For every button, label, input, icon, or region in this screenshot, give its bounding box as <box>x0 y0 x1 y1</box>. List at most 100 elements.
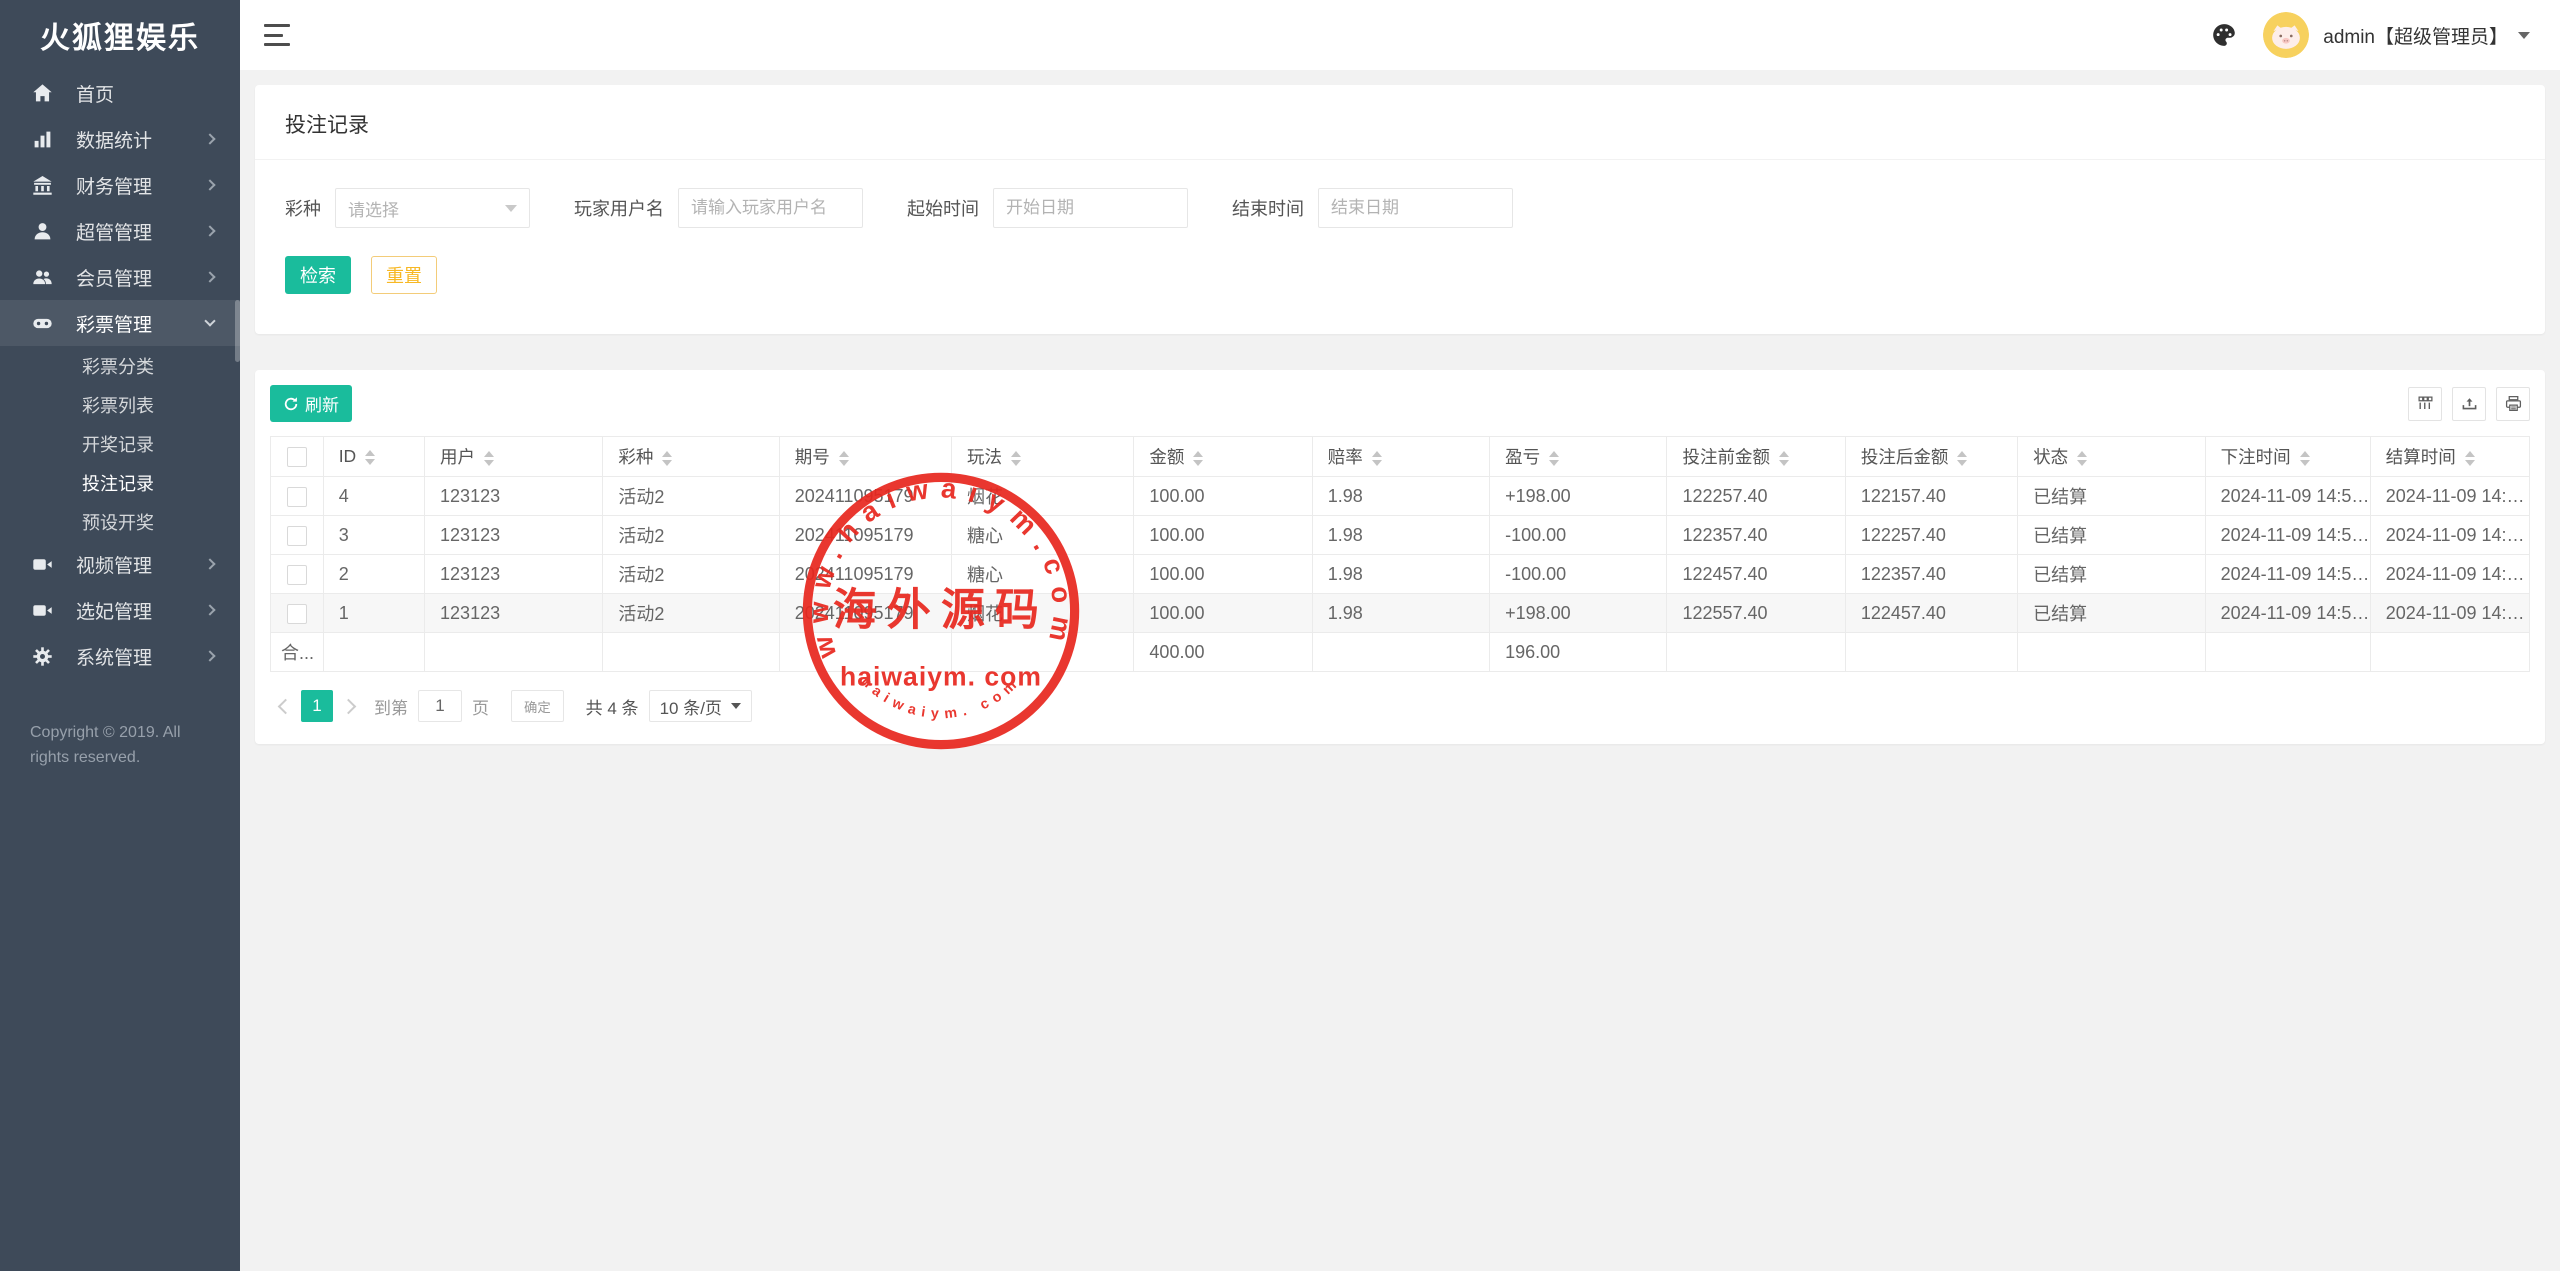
page-title: 投注记录 <box>285 109 2515 139</box>
totals-amount: 400.00 <box>1134 633 1312 672</box>
bank-icon <box>30 173 54 197</box>
table-row: 3123123活动2202411095179糖心100.001.98-100.0… <box>271 516 2530 555</box>
sort-icon[interactable] <box>1011 451 1021 466</box>
user-menu[interactable]: admin【超级管理员】 <box>2323 22 2530 49</box>
sidebar-item-label: 数据统计 <box>76 126 206 153</box>
cell-user: 123123 <box>425 516 603 555</box>
avatar[interactable] <box>2263 12 2309 58</box>
sidebar-item-system[interactable]: 系统管理 <box>0 633 240 679</box>
table-row: 4123123活动2202411095179烟花100.001.98+198.0… <box>271 477 2530 516</box>
sort-icon[interactable] <box>1957 451 1967 466</box>
sort-icon[interactable] <box>1372 451 1382 466</box>
sidebar-item-finance[interactable]: 财务管理 <box>0 162 240 208</box>
column-header[interactable]: 金额 <box>1134 437 1312 477</box>
video-icon <box>30 552 54 576</box>
sidebar-subitem-bet-records[interactable]: 投注记录 <box>0 463 240 502</box>
cell-odds: 1.98 <box>1312 594 1489 633</box>
cell-status: 已结算 <box>2018 594 2205 633</box>
export-button[interactable] <box>2452 387 2486 421</box>
sidebar-item-home[interactable]: 首页 <box>0 70 240 116</box>
column-header[interactable]: 盈亏 <box>1490 437 1667 477</box>
page-number-current[interactable]: 1 <box>301 690 333 722</box>
sort-icon[interactable] <box>1779 451 1789 466</box>
cell-play: 糖心 <box>952 516 1134 555</box>
cell-settle_time: 2024-11-09 14:55:01 <box>2370 555 2529 594</box>
prev-page-icon[interactable] <box>278 698 294 714</box>
column-header[interactable]: 期号 <box>779 437 951 477</box>
refresh-button[interactable]: 刷新 <box>270 385 352 422</box>
sort-icon[interactable] <box>1549 451 1559 466</box>
sort-icon[interactable] <box>2077 451 2087 466</box>
cell-profit: +198.00 <box>1490 594 1667 633</box>
sort-icon[interactable] <box>839 451 849 466</box>
column-header[interactable]: 状态 <box>2018 437 2205 477</box>
totals-empty-cell <box>323 633 424 672</box>
end-date-input[interactable] <box>1318 188 1513 228</box>
column-header[interactable]: 投注后金额 <box>1845 437 2017 477</box>
next-page-icon[interactable] <box>341 698 357 714</box>
column-header[interactable]: 彩种 <box>603 437 779 477</box>
column-header[interactable]: 用户 <box>425 437 603 477</box>
print-button[interactable] <box>2496 387 2530 421</box>
cell-lottery: 活动2 <box>603 594 779 633</box>
filter-columns-button[interactable] <box>2408 387 2442 421</box>
sidebar-subitem-lottery-category[interactable]: 彩票分类 <box>0 346 240 385</box>
sidebar-subitem-draw-records[interactable]: 开奖记录 <box>0 424 240 463</box>
goto-confirm-button[interactable]: 确定 <box>511 690 564 722</box>
sidebar-subitem-lottery-list[interactable]: 彩票列表 <box>0 385 240 424</box>
sidebar-item-video[interactable]: 视频管理 <box>0 541 240 587</box>
page-size-select[interactable]: 10 条/页 <box>649 690 752 722</box>
row-checkbox[interactable] <box>287 565 307 585</box>
reset-button[interactable]: 重置 <box>371 256 437 294</box>
lottery-type-select[interactable]: 请选择 <box>335 188 530 228</box>
player-name-input[interactable] <box>678 188 863 228</box>
sort-icon[interactable] <box>2465 451 2475 466</box>
search-button[interactable]: 检索 <box>285 256 351 294</box>
menu-toggle-icon[interactable] <box>264 24 292 46</box>
gamepad-icon <box>30 311 54 335</box>
sidebar-subitem-preset-draw[interactable]: 预设开奖 <box>0 502 240 541</box>
cell-before: 122357.40 <box>1667 516 1845 555</box>
column-header[interactable]: 玩法 <box>952 437 1134 477</box>
row-checkbox[interactable] <box>287 604 307 624</box>
sort-icon[interactable] <box>2300 451 2310 466</box>
column-header[interactable]: 赔率 <box>1312 437 1489 477</box>
sort-icon[interactable] <box>1193 451 1203 466</box>
cell-bet_time: 2024-11-09 14:52:06 <box>2205 555 2370 594</box>
sidebar-item-members[interactable]: 会员管理 <box>0 254 240 300</box>
start-date-input[interactable] <box>993 188 1188 228</box>
start-time-label: 起始时间 <box>907 195 979 221</box>
pagination: 1 到第 页 确定 共 4 条 10 条/页 <box>255 672 2545 744</box>
sidebar-item-lottery[interactable]: 彩票管理 <box>0 300 240 346</box>
sidebar-item-concubine[interactable]: 选妃管理 <box>0 587 240 633</box>
sidebar-item-admins[interactable]: 超管管理 <box>0 208 240 254</box>
column-header[interactable]: 投注前金额 <box>1667 437 1845 477</box>
column-header[interactable]: ID <box>323 437 424 477</box>
cell-issue: 202411095179 <box>779 594 951 633</box>
cell-id: 1 <box>323 594 424 633</box>
sort-icon[interactable] <box>484 451 494 466</box>
sidebar-item-stats[interactable]: 数据统计 <box>0 116 240 162</box>
sidebar-scrollbar[interactable] <box>235 300 240 362</box>
totals-empty-cell <box>2205 633 2370 672</box>
cell-settle_time: 2024-11-09 14:55:01 <box>2370 594 2529 633</box>
row-checkbox[interactable] <box>287 487 307 507</box>
chevron-down-icon <box>505 205 517 212</box>
totals-empty-cell <box>603 633 779 672</box>
cell-settle_time: 2024-11-09 14:55:01 <box>2370 477 2529 516</box>
theme-palette-icon[interactable] <box>2207 18 2241 52</box>
goto-page-input[interactable] <box>418 690 462 722</box>
sidebar-item-label: 财务管理 <box>76 172 206 199</box>
cell-user: 123123 <box>425 594 603 633</box>
totals-empty-cell <box>779 633 951 672</box>
sort-icon[interactable] <box>662 451 672 466</box>
table-row: 1123123活动2202411095179烟花100.001.98+198.0… <box>271 594 2530 633</box>
cell-amount: 100.00 <box>1134 594 1312 633</box>
select-all-checkbox[interactable] <box>287 447 307 467</box>
cell-issue: 202411095179 <box>779 516 951 555</box>
column-header[interactable]: 下注时间 <box>2205 437 2370 477</box>
sort-icon[interactable] <box>365 450 375 465</box>
row-checkbox[interactable] <box>287 526 307 546</box>
column-header[interactable]: 结算时间 <box>2370 437 2529 477</box>
table-card: 刷新 <box>255 370 2545 744</box>
